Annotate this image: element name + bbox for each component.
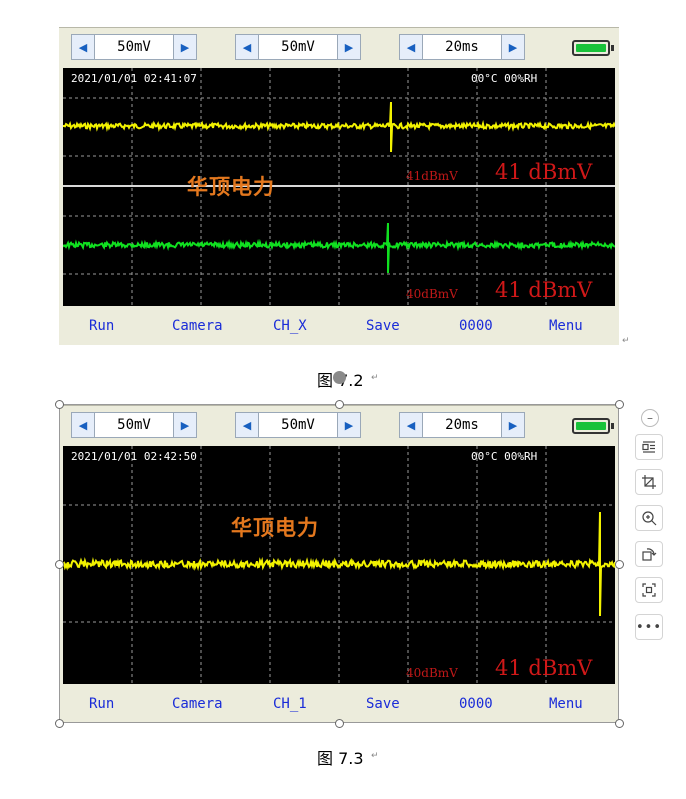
arrow-right-icon: ▶ <box>508 40 518 54</box>
run-button[interactable]: Run <box>89 318 114 334</box>
more-button[interactable]: ••• <box>635 614 663 640</box>
more-icon: ••• <box>636 619 663 635</box>
figure-caption-73: 图 7.3 <box>317 749 364 768</box>
ch2-scale-value: 50mV <box>281 39 315 55</box>
ch2-scale-control: ◀ 50mV ▶ <box>235 34 361 60</box>
scope-grid-traces <box>63 68 615 306</box>
crop-icon <box>642 475 656 489</box>
ch2-level-big: 41 dBmV <box>495 278 593 302</box>
paragraph-mark: ↵ <box>371 751 379 761</box>
ch1-level-small: 41dBmV <box>406 169 458 183</box>
ch2-increase-button[interactable]: ▶ <box>337 35 360 59</box>
oscilloscope-panel-fig72: ◀ 50mV ▶ ◀ 50mV ▶ ◀ 20ms ▶ 2021/01/01 02… <box>59 27 619 345</box>
ch1-decrease-button[interactable]: ◀ <box>72 35 95 59</box>
resize-handle-right[interactable] <box>615 560 624 569</box>
paragraph-mark: ↵ <box>371 373 379 383</box>
ch1-scale-control: ◀ 50mV ▶ <box>71 34 197 60</box>
zoom-button[interactable] <box>635 505 663 531</box>
timebase-increase-button[interactable]: ▶ <box>501 35 524 59</box>
wrap-text-button[interactable] <box>635 434 663 460</box>
wrap-text-icon <box>642 441 655 453</box>
ch1-scale-value: 50mV <box>117 39 151 55</box>
arrow-left-icon: ◀ <box>242 40 252 54</box>
timebase-decrease-button[interactable]: ◀ <box>400 35 423 59</box>
image-selection-frame <box>59 404 619 723</box>
scope-screen: 2021/01/01 02:41:07 00°C 00%RH 华顶电力 41dB… <box>63 68 615 306</box>
scope-toolbar: ◀ 50mV ▶ ◀ 50mV ▶ ◀ 20ms ▶ <box>59 28 619 66</box>
ch1-trace <box>63 101 615 153</box>
scope-bottom-bar: Run Camera CH_X Save 0000 Menu <box>59 308 619 345</box>
rotate-handle-icon[interactable] <box>333 371 346 384</box>
menu-button[interactable]: Menu <box>549 318 583 334</box>
resize-handle-bottom-right[interactable] <box>615 719 624 728</box>
resize-handle-left[interactable] <box>55 560 64 569</box>
timebase-control: ◀ 20ms ▶ <box>399 34 525 60</box>
env-readout: 00°C 00%RH <box>471 72 538 85</box>
resize-handle-top-right[interactable] <box>615 400 624 409</box>
arrow-left-icon: ◀ <box>406 40 416 54</box>
battery-icon <box>572 40 614 56</box>
zoom-icon <box>642 511 657 526</box>
arrow-right-icon: ▶ <box>180 40 190 54</box>
ch1-increase-button[interactable]: ▶ <box>173 35 196 59</box>
ch1-level-big: 41 dBmV <box>495 160 593 184</box>
rotate-button[interactable] <box>635 541 663 567</box>
ch2-decrease-button[interactable]: ◀ <box>236 35 259 59</box>
arrow-right-icon: ▶ <box>344 40 354 54</box>
crop-button[interactable] <box>635 469 663 495</box>
resize-handle-top[interactable] <box>335 400 344 409</box>
ch2-level-small: 40dBmV <box>406 287 458 301</box>
arrow-left-icon: ◀ <box>78 40 88 54</box>
camera-button[interactable]: Camera <box>172 318 223 334</box>
fit-frame-icon <box>642 583 656 597</box>
save-button[interactable]: Save <box>366 318 400 334</box>
channel-button[interactable]: CH_X <box>273 318 307 334</box>
fit-frame-button[interactable] <box>635 577 663 603</box>
paragraph-mark: ↵ <box>622 336 630 346</box>
datetime-readout: 2021/01/01 02:41:07 <box>71 72 197 85</box>
collapse-icon[interactable]: – <box>641 409 659 427</box>
resize-handle-bottom[interactable] <box>335 719 344 728</box>
resize-handle-bottom-left[interactable] <box>55 719 64 728</box>
rotate-icon <box>642 548 657 561</box>
watermark-text: 华顶电力 <box>187 175 275 199</box>
resize-handle-top-left[interactable] <box>55 400 64 409</box>
timebase-value: 20ms <box>445 39 479 55</box>
counter-display: 0000 <box>459 318 493 334</box>
